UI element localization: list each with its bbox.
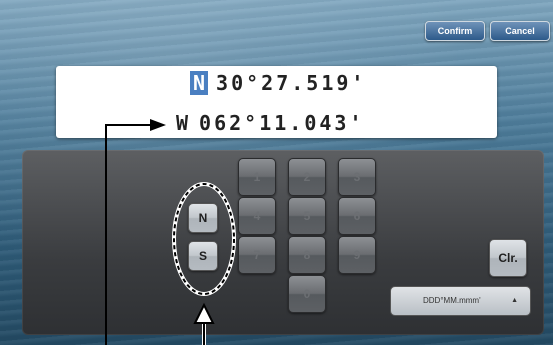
annotation-overlay [105,119,236,345]
arrow-up-icon [193,302,215,324]
arrow-right-icon [150,119,166,131]
pointer-line [105,124,150,345]
